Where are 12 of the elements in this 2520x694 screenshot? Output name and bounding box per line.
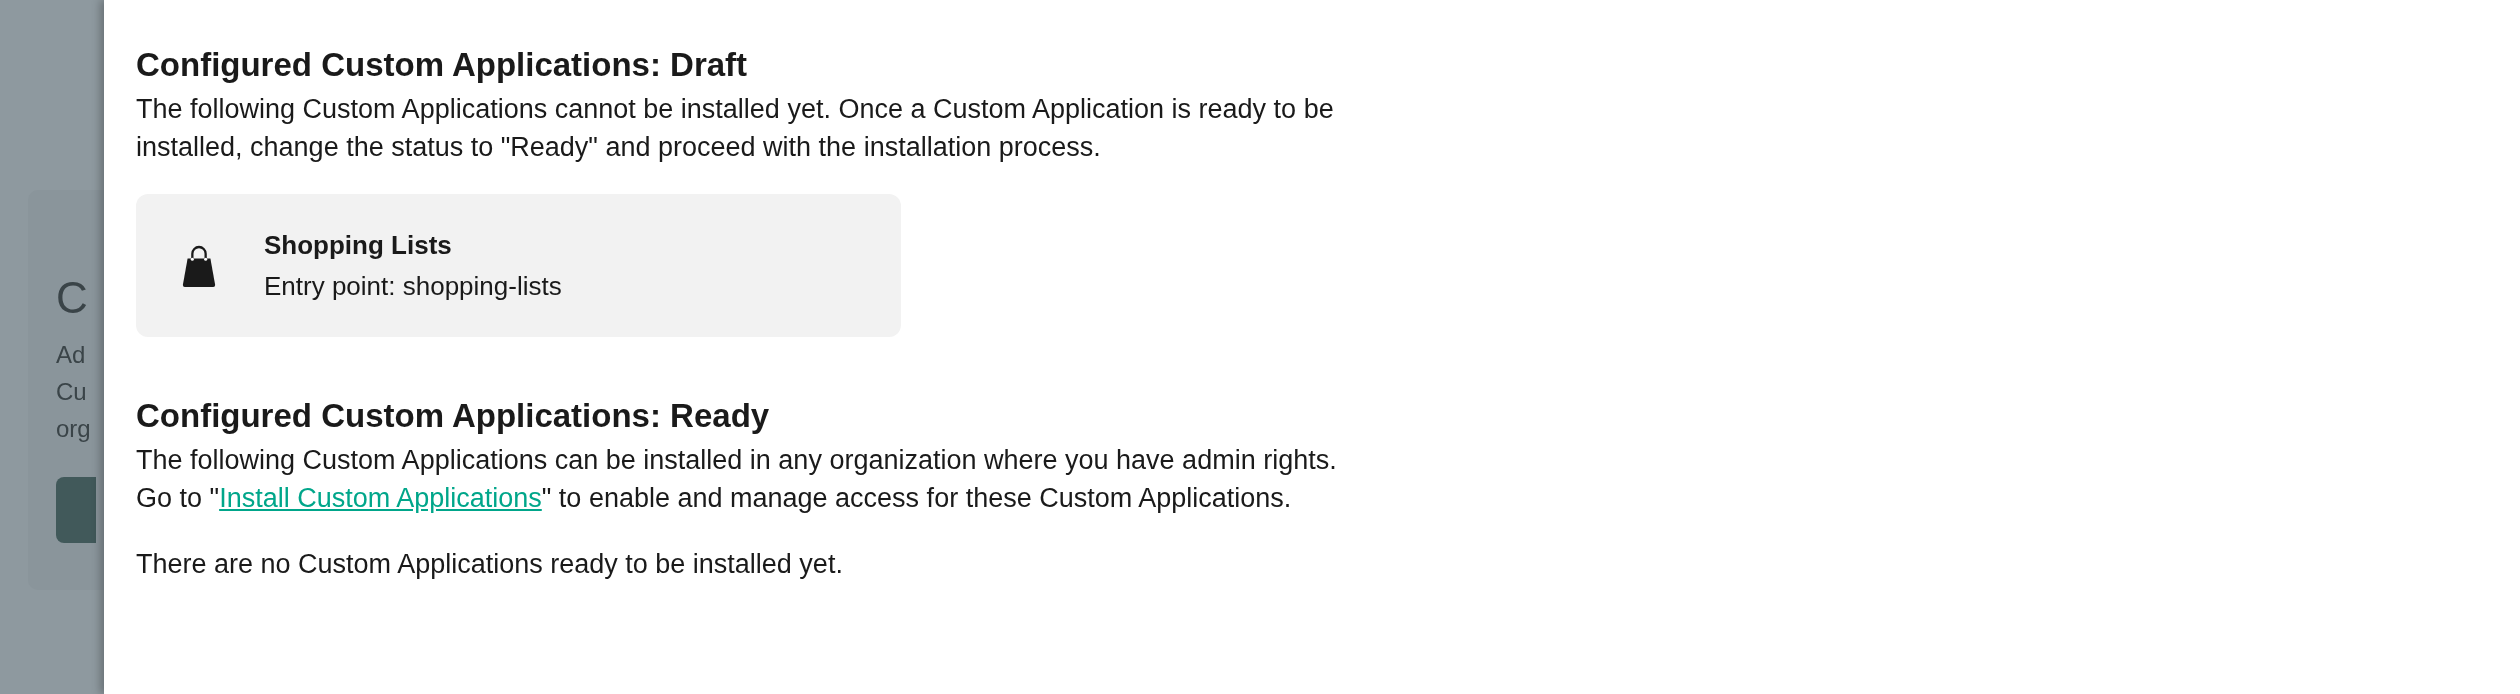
background-text: org (56, 414, 92, 444)
section-title: Configured Custom Applications: Ready (136, 396, 771, 436)
section-description: The following Custom Applications cannot be installed yet. Once a Custom Application is ready to be installed, change the status to "Ready" and proceed with the installation process. (136, 93, 1335, 164)
entry-point-text: Entry point: shopping-lists (264, 270, 562, 302)
empty-message: There are no Custom Applications ready to be installed yet. (136, 548, 844, 581)
application-card[interactable]: Shopping Lists Entry point: shopping-lists (136, 194, 901, 337)
background-text: Cu (56, 377, 88, 407)
section-title: Configured Custom Applications: Draft (136, 45, 749, 85)
background-heading: C (56, 272, 89, 324)
application-name: Shopping Lists (264, 229, 453, 261)
section-description: The following Custom Applications can be installed in any organization where you have admin rights. Go to "Install Custom Applications" to enable and manage access for these Custom Applications. (136, 444, 1338, 515)
background-text: Ad (56, 340, 87, 370)
